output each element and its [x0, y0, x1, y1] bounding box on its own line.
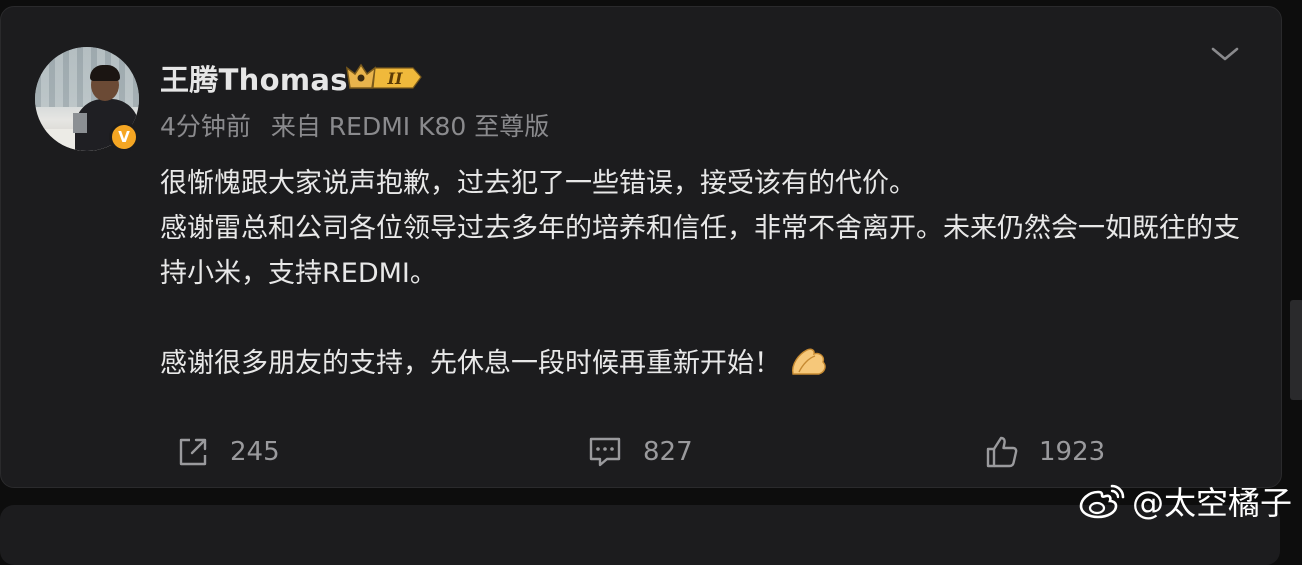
comment-count: 827 [643, 437, 693, 467]
pinched-hand-emoji-icon [792, 348, 826, 375]
weibo-post-card: V 王腾Thomas II 4分钟前 来自 REDMI K80 至尊版 很惭愧跟… [0, 6, 1282, 488]
share-icon [179, 438, 207, 466]
share-button[interactable]: 245 [176, 432, 280, 472]
content-line: 很惭愧跟大家说声抱歉，过去犯了一些错误，接受该有的代价。 [160, 168, 916, 199]
weibo-logo-icon [1079, 484, 1125, 519]
content-line: 感谢很多朋友的支持，先休息一段时候再重新开始！ [160, 341, 1250, 386]
like-count: 1923 [1039, 437, 1106, 467]
rank-badge-label: II [387, 69, 403, 88]
thumbs-up-icon [986, 436, 1018, 468]
watermark-text: @太空橘子 [1132, 484, 1293, 522]
post-source[interactable]: 来自 REDMI K80 至尊版 [271, 112, 549, 141]
crown-rank-badge-icon: II [345, 63, 422, 89]
content-line: 感谢雷总和公司各位领导过去多年的培养和信任，非常不舍离开。未来仍然会一如既往的支… [160, 213, 1240, 289]
post-meta: 4分钟前 来自 REDMI K80 至尊版 [160, 107, 561, 143]
share-count: 245 [230, 437, 280, 467]
chevron-down-icon[interactable] [1207, 41, 1243, 67]
post-content: 很惭愧跟大家说声抱歉，过去犯了一些错误，接受该有的代价。 感谢雷总和公司各位领导… [160, 161, 1250, 386]
comment-icon [589, 437, 621, 467]
comment-button[interactable]: 827 [587, 432, 693, 472]
side-panel-edge [1290, 300, 1302, 400]
verified-badge-icon: V [109, 122, 139, 152]
post-time: 4分钟前 [160, 112, 251, 141]
like-button[interactable]: 1923 [985, 432, 1105, 472]
author-avatar[interactable]: V [35, 47, 139, 152]
author-name[interactable]: 王腾Thomas [160, 57, 348, 99]
weibo-watermark: @太空橘子 [1078, 478, 1292, 524]
